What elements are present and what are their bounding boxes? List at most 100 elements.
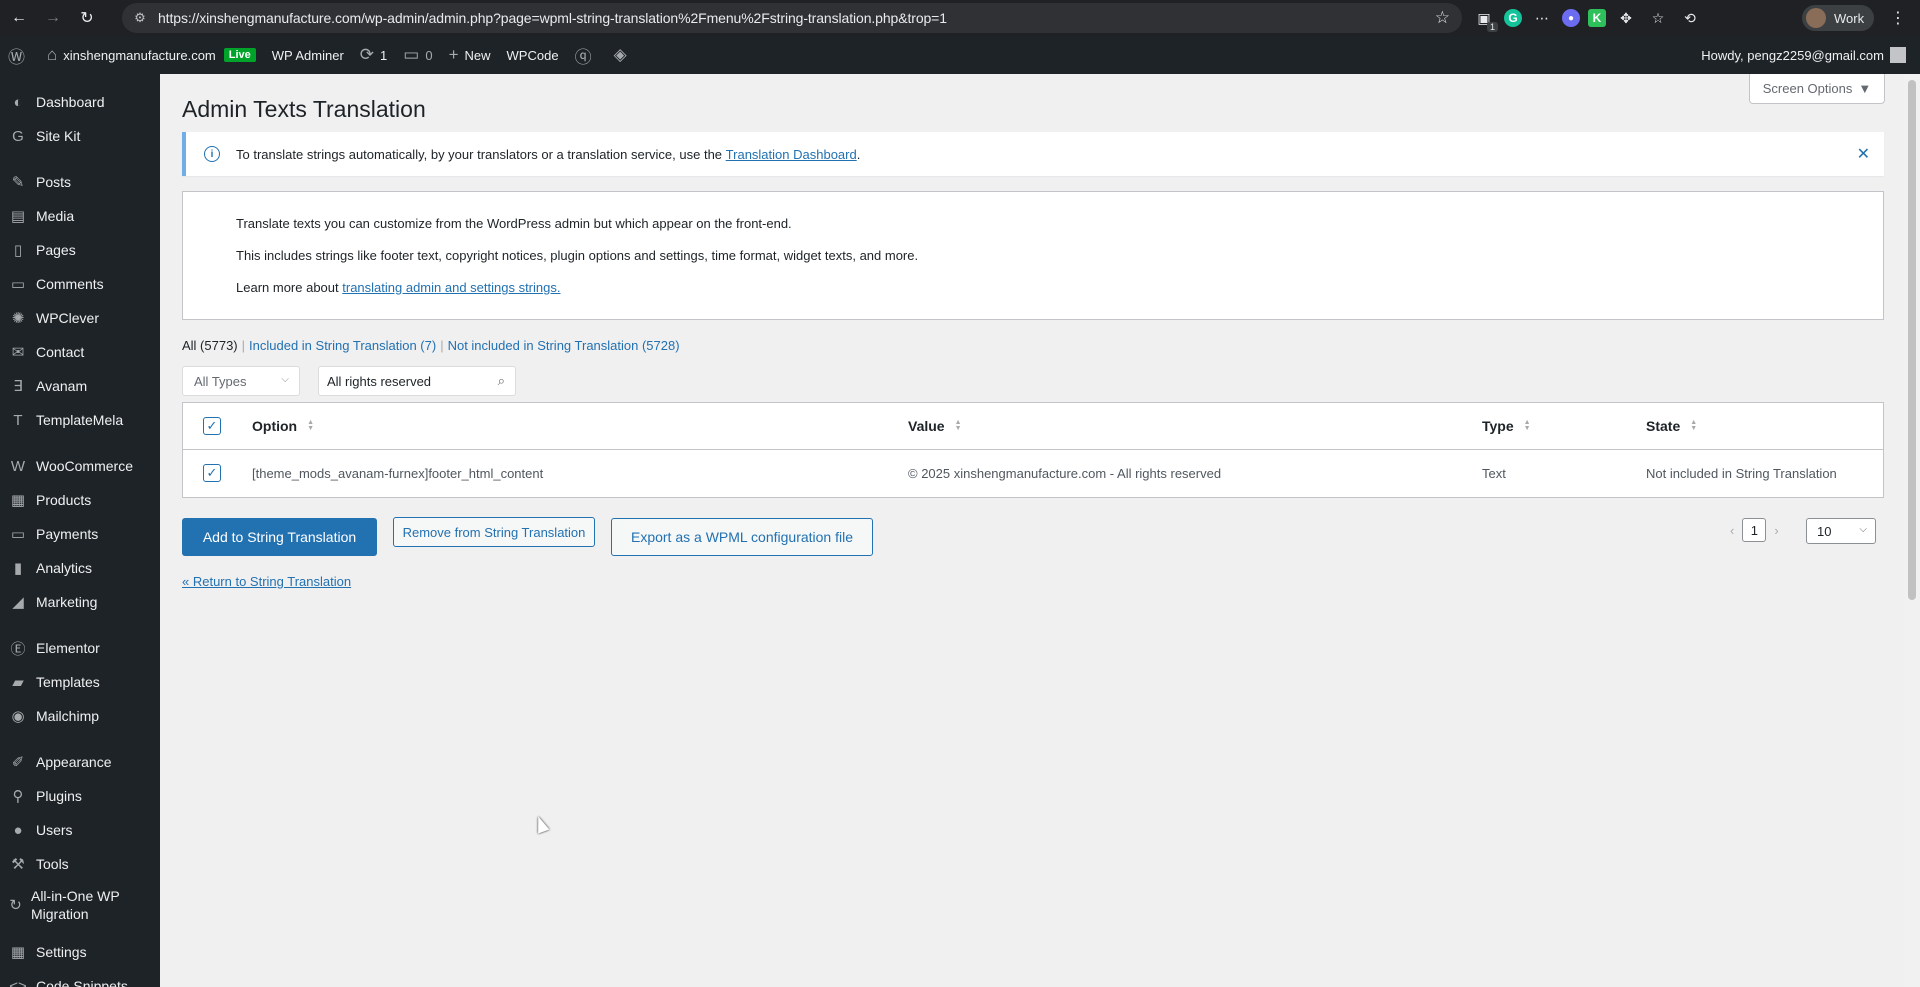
column-type[interactable]: Type ▲ ▼ (1482, 418, 1531, 434)
current-page[interactable]: 1 (1742, 518, 1767, 542)
sidebar-item-label: Dashboard (36, 94, 105, 110)
site-name-link[interactable]: ⌂ xinshengmanufacture.com (39, 36, 224, 74)
sidebar-item-marketing[interactable]: ◢ Marketing (0, 586, 160, 618)
sidebar-item-plugins[interactable]: ⚲ Plugins (0, 780, 160, 812)
filter-included[interactable]: Included in String Translation (7) (249, 338, 436, 353)
bookmark-star-icon[interactable]: ☆ (1435, 8, 1450, 28)
column-value[interactable]: Value ▲ ▼ (908, 418, 962, 434)
comments-icon: ▭ (10, 276, 26, 293)
export-config-button[interactable]: Export as a WPML configuration file (611, 518, 873, 556)
user-avatar-icon (1890, 47, 1906, 63)
sidebar-item-mailchimp[interactable]: ◉ Mailchimp (0, 700, 160, 732)
site-info-icon[interactable]: ⚙ (126, 4, 154, 32)
profile-button[interactable]: Work (1802, 5, 1875, 31)
sidebar-item-settings[interactable]: ▦ Settings (0, 936, 160, 968)
row-checkbox[interactable]: ✓ (203, 464, 221, 482)
sidebar-item-appearance[interactable]: ✐ Appearance (0, 746, 160, 778)
more-extensions-icon[interactable]: ⋯ (1530, 6, 1554, 30)
my-account[interactable]: Howdy, pengz2259@gmail.com (1701, 36, 1920, 74)
admin-sidebar: ◐ Dashboard G Site Kit ✎ Posts ▤ Media ▯ Page… (0, 74, 160, 987)
page-scrollbar[interactable] (1904, 74, 1920, 987)
sidebar-item-users[interactable]: ● Users (0, 814, 160, 846)
sidebar-item-contact[interactable]: ✉ Contact (0, 336, 160, 368)
sidebar-item-code-snippets[interactable]: <> Code Snippets (0, 970, 160, 987)
browser-menu-icon[interactable]: ⋮ (1890, 8, 1906, 28)
wp-adminer-link[interactable]: WP Adminer (264, 36, 352, 74)
wpcode-link[interactable]: WPCode (499, 36, 567, 74)
per-page-select[interactable]: 10 ⌵ (1806, 518, 1876, 544)
column-option[interactable]: Option ▲ ▼ (252, 418, 314, 434)
scrollbar-thumb[interactable] (1908, 80, 1916, 600)
chevron-down-icon: ⌵ (1859, 524, 1867, 535)
profile-label: Work (1834, 10, 1865, 26)
puzzle-icon[interactable]: ✥ (1614, 6, 1638, 30)
pin-icon: ✎ (11, 174, 25, 191)
sidebar-item-tools[interactable]: ⚒ Tools (0, 848, 160, 880)
sidebar-item-site-kit[interactable]: G Site Kit (0, 120, 160, 152)
sidebar-item-elementor[interactable]: Ⓔ Elementor (0, 632, 160, 664)
next-page-icon[interactable]: › (1774, 523, 1778, 538)
search-value: All rights reserved (327, 373, 432, 389)
sidebar-item-avanam[interactable]: ∃ Avanam (0, 370, 160, 402)
admin-strings-link[interactable]: translating admin and settings strings. (342, 280, 560, 295)
url-text[interactable]: https://xinshengmanufacture.com/wp-admin… (158, 10, 947, 26)
comments-link[interactable]: ▭ 0 (395, 36, 440, 74)
close-icon[interactable]: ✕ (1857, 144, 1870, 164)
reload-icon[interactable]: ↻ (72, 3, 102, 33)
cell-state: Not included in String Translation (1646, 466, 1837, 481)
grammarly-icon[interactable]: G (1504, 9, 1522, 27)
filter-all[interactable]: All (5773) (182, 338, 238, 353)
sidebar-item-dashboard[interactable]: ◐ Dashboard (0, 86, 160, 118)
sidebar-item-templates[interactable]: ▰ Templates (0, 666, 160, 698)
sidebar-item-templatemela[interactable]: T TemplateMela (0, 404, 160, 436)
updates-link[interactable]: ⟳ 1 (352, 36, 395, 74)
type-select[interactable]: All Types ⌵ (182, 366, 300, 396)
sidebar-item-comments[interactable]: ▭ Comments (0, 268, 160, 300)
remove-from-string-translation-button[interactable]: Remove from String Translation (393, 517, 595, 547)
screen-options-button[interactable]: Screen Options ▼ (1749, 74, 1885, 104)
sidebar-item-pages[interactable]: ▯ Pages (0, 234, 160, 266)
search-input[interactable]: All rights reserved ⌕ (318, 366, 516, 396)
sidebar-item-analytics[interactable]: ▮ Analytics (0, 552, 160, 584)
sidebar-item-wpclever[interactable]: ✺ WPClever (0, 302, 160, 334)
search-icon[interactable]: ⌕ (498, 373, 505, 389)
forward-icon[interactable]: → (38, 3, 68, 33)
column-state[interactable]: State ▲ ▼ (1646, 418, 1697, 434)
extension-icon[interactable]: ▣ 1 (1472, 6, 1498, 32)
sidebar-item-label: TemplateMela (36, 412, 124, 428)
back-icon[interactable]: ← (4, 3, 34, 33)
sidebar-item-label: All-in-One WP Migration (30, 888, 120, 922)
howdy-text: Howdy, pengz2259@gmail.com (1701, 47, 1884, 63)
comment-icon: ▭ (403, 45, 420, 64)
sidebar-item-media[interactable]: ▤ Media (0, 200, 160, 232)
wp-logo-button[interactable]: Ⓦ (0, 36, 39, 74)
extension-purple-icon[interactable]: ● (1562, 9, 1580, 27)
sidebar-item-label: Elementor (36, 640, 100, 656)
select-all-checkbox[interactable]: ✓ (203, 417, 221, 435)
prev-page-icon[interactable]: ‹ (1730, 523, 1734, 538)
filter-not-included[interactable]: Not included in String Translation (5728… (448, 338, 680, 353)
return-to-string-translation-link[interactable]: « Return to String Translation (182, 574, 351, 589)
sidebar-item-payments[interactable]: ▭ Payments (0, 518, 160, 550)
products-icon: ▦ (10, 492, 26, 509)
sidebar-item-all-in-one-migration[interactable]: ↻ All-in-One WP Migration (0, 882, 160, 928)
wp-admin-bar: Ⓦ ⌂ xinshengmanufacture.com Live WP Admin… (0, 36, 1920, 74)
new-content-link[interactable]: + New (441, 36, 499, 74)
translation-dashboard-link[interactable]: Translation Dashboard (726, 147, 857, 162)
sidebar-item-products[interactable]: ▦ Products (0, 484, 160, 516)
diamond-link[interactable]: ◈ (606, 36, 641, 74)
sidebar-item-woocommerce[interactable]: W WooCommerce (0, 450, 160, 482)
info-notice: i To translate strings automatically, by… (182, 132, 1884, 176)
wordpress-icon: Ⓦ (8, 47, 25, 67)
per-page-value: 10 (1817, 523, 1832, 539)
sidebar-item-posts[interactable]: ✎ Posts (0, 166, 160, 198)
pagination: ‹ 1 › (1730, 516, 1779, 544)
bookmarks-icon[interactable]: ☆ (1646, 6, 1670, 30)
add-to-string-translation-button[interactable]: Add to String Translation (182, 518, 377, 556)
address-bar[interactable]: ⚙ https://xinshengmanufacture.com/wp-adm… (122, 3, 1462, 33)
extension-k-icon[interactable]: K (1588, 9, 1606, 27)
history-icon[interactable]: ⟲ (1678, 6, 1702, 30)
new-label: New (464, 47, 491, 63)
search-console-link[interactable]: ⓠ (567, 36, 606, 74)
updates-count: 1 (380, 47, 388, 63)
